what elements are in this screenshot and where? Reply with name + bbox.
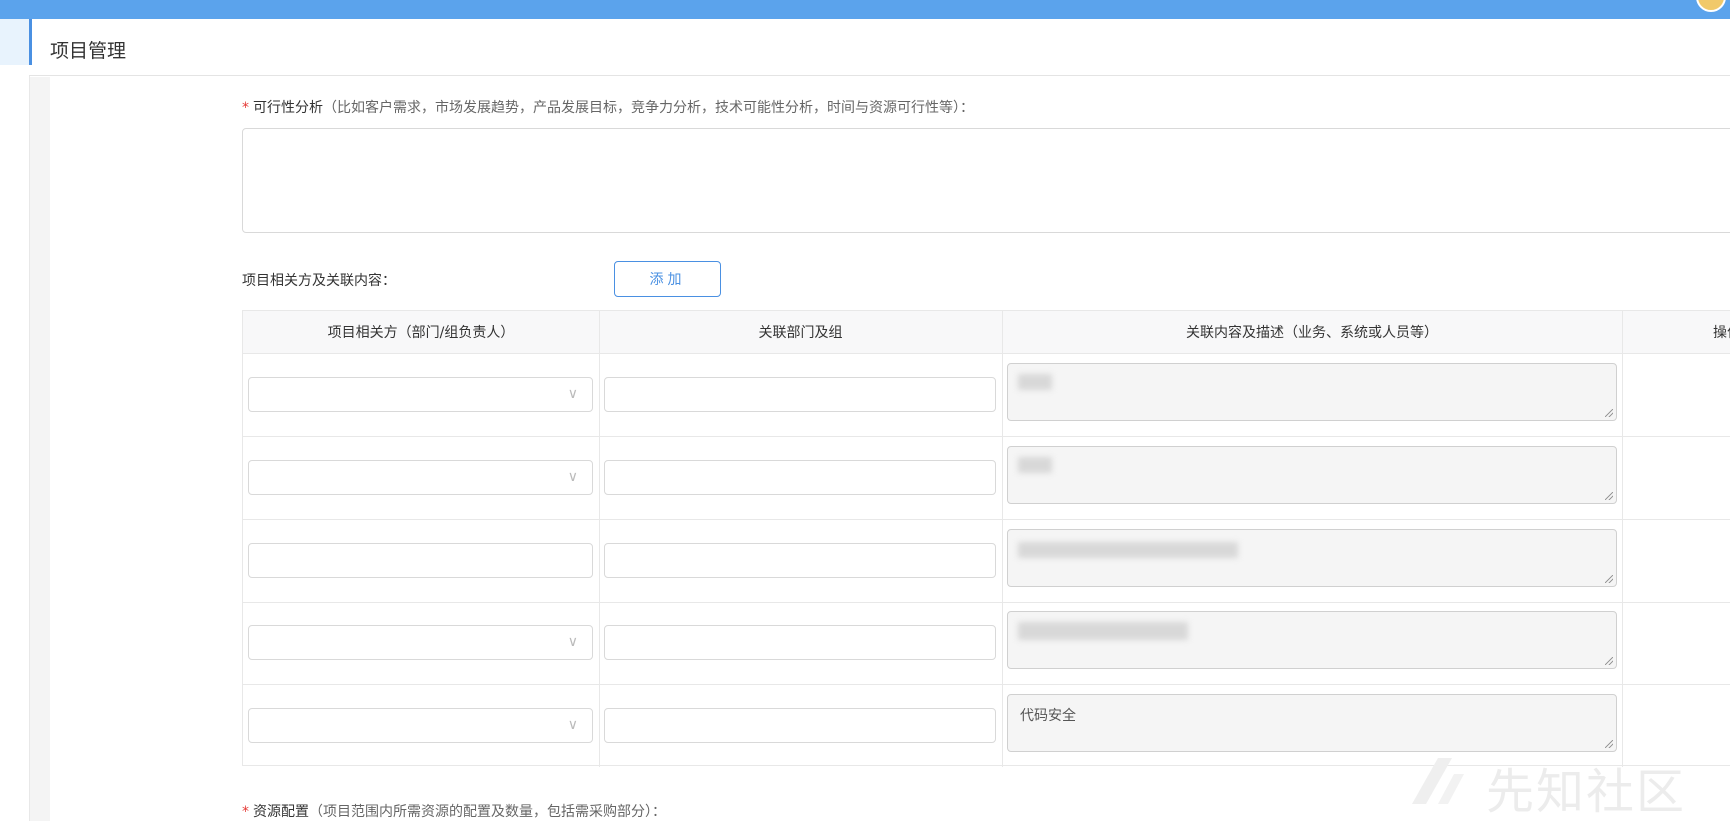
row-divider [243, 519, 1730, 520]
desc-text: 代码安全 [1020, 708, 1076, 724]
resize-grip-icon[interactable] [1605, 657, 1613, 665]
column-header-actions: 操作 [1622, 311, 1730, 354]
content-gutter [30, 77, 50, 821]
redacted-text [1018, 457, 1052, 473]
required-mark: * [242, 100, 249, 116]
chevron-down-icon: ∨ [567, 386, 578, 402]
tab-active-indicator [29, 19, 32, 65]
desc-textarea[interactable]: 代码安全 [1007, 694, 1617, 752]
page-title: 项目管理 [50, 40, 127, 62]
dept-input[interactable] [604, 543, 996, 578]
desc-textarea[interactable] [1007, 529, 1617, 587]
user-avatar-icon[interactable] [1696, 0, 1726, 12]
redacted-text [1018, 542, 1238, 558]
party-select[interactable]: ∨ [248, 708, 593, 743]
chevron-down-icon: ∨ [567, 634, 578, 650]
row-divider [243, 684, 1730, 685]
sidebar-active-item[interactable] [0, 19, 29, 65]
stakeholders-table: 项目相关方（部门/组负责人） 关联部门及组 关联内容及描述（业务、系统或人员等）… [242, 310, 1730, 767]
resources-hint: （项目范围内所需资源的配置及数量，包括需采购部分）： [309, 804, 666, 820]
column-divider [1622, 311, 1623, 767]
resize-grip-icon[interactable] [1605, 740, 1613, 748]
party-input[interactable] [248, 543, 593, 578]
row-divider [243, 602, 1730, 603]
dept-input[interactable] [604, 625, 996, 660]
chevron-down-icon: ∨ [567, 469, 578, 485]
chevron-down-icon: ∨ [567, 717, 578, 733]
resize-grip-icon[interactable] [1605, 575, 1613, 583]
page-header: 项目管理 [29, 19, 1730, 76]
party-select[interactable]: ∨ [248, 460, 593, 495]
party-select[interactable]: ∨ [248, 625, 593, 660]
desc-textarea[interactable] [1007, 446, 1617, 504]
feasibility-hint: （比如客户需求，市场发展趋势，产品发展目标，竞争力分析，技术可能性分析，时间与资… [323, 100, 974, 116]
column-divider [1002, 311, 1003, 767]
feasibility-label-row: * 可行性分析（比如客户需求，市场发展趋势，产品发展目标，竞争力分析，技术可能性分… [242, 97, 974, 117]
top-bar [0, 0, 1730, 19]
dept-input[interactable] [604, 377, 996, 412]
resources-label: 资源配置 [253, 804, 309, 820]
column-divider [599, 311, 600, 767]
dept-input[interactable] [604, 460, 996, 495]
row-divider [243, 436, 1730, 437]
desc-textarea[interactable] [1007, 611, 1617, 669]
watermark-text: 先知社区 [1486, 764, 1687, 820]
feasibility-textarea[interactable] [242, 128, 1730, 233]
column-header-party: 项目相关方（部门/组负责人） [243, 311, 599, 354]
redacted-text [1018, 622, 1188, 640]
column-header-dept: 关联部门及组 [599, 311, 1002, 354]
left-sidebar [0, 19, 30, 821]
stakeholders-label: 项目相关方及关联内容： [242, 273, 396, 289]
required-mark: * [242, 804, 249, 820]
add-button[interactable]: 添加 [614, 261, 721, 297]
feasibility-label: 可行性分析 [253, 100, 323, 116]
resize-grip-icon[interactable] [1605, 409, 1613, 417]
party-select[interactable]: ∨ [248, 377, 593, 412]
column-header-desc: 关联内容及描述（业务、系统或人员等） [1002, 311, 1622, 354]
dept-input[interactable] [604, 708, 996, 743]
resize-grip-icon[interactable] [1605, 492, 1613, 500]
redacted-text [1018, 374, 1052, 390]
resources-label-row: * 资源配置（项目范围内所需资源的配置及数量，包括需采购部分）： [242, 801, 666, 821]
desc-textarea[interactable] [1007, 363, 1617, 421]
watermark-logo-icon [1412, 758, 1464, 804]
